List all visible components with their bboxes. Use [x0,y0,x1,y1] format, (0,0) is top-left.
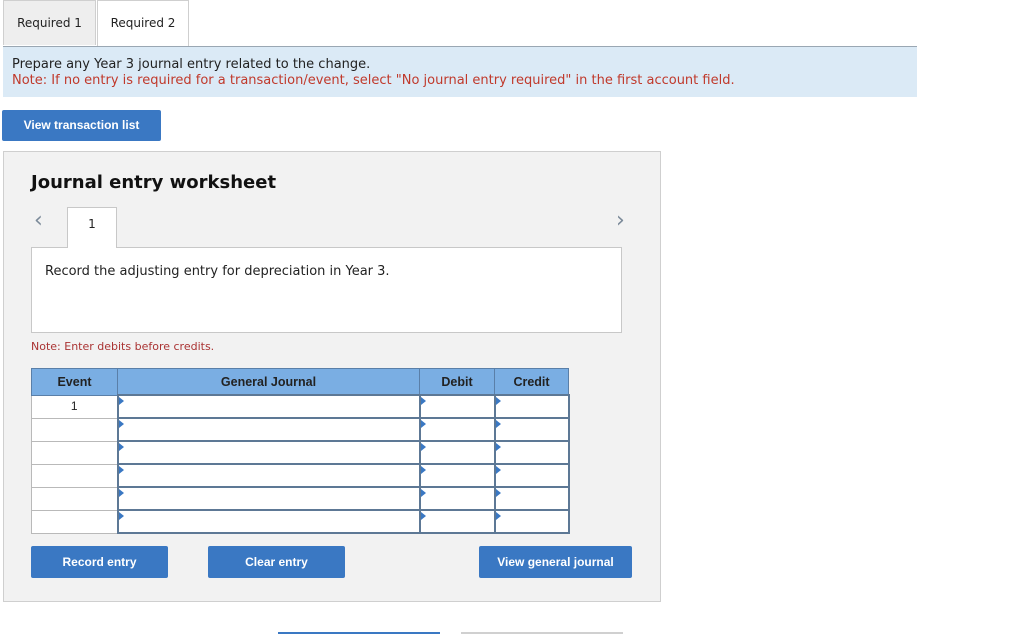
tab-required-1[interactable]: Required 1 [3,0,96,45]
journal-table: Event General Journal Debit Credit 1 [31,368,570,534]
dropdown-marker-icon [495,466,501,474]
journal-entry-worksheet-panel: Journal entry worksheet ‹ 1 › Record the… [3,151,661,602]
tab-required-2[interactable]: Required 2 [97,0,189,46]
debit-field[interactable] [418,463,496,488]
dropdown-marker-icon [118,466,124,474]
dropdown-marker-icon [118,489,124,497]
clear-entry-button[interactable]: Clear entry [208,546,345,578]
worksheet-title: Journal entry worksheet [31,172,277,193]
instructions-note: Note: If no entry is required for a tran… [12,73,735,88]
dropdown-marker-icon [420,489,426,497]
dropdown-marker-icon [495,512,501,520]
dropdown-marker-icon [420,397,426,405]
debit-field[interactable] [418,486,496,511]
table-row [31,463,570,488]
credit-field[interactable] [493,486,570,511]
credit-field[interactable] [493,463,570,488]
event-cell [31,509,118,534]
table-row [31,486,570,511]
header-debit: Debit [419,368,495,396]
record-entry-button[interactable]: Record entry [31,546,168,578]
dropdown-marker-icon [118,512,124,520]
journal-table-header: Event General Journal Debit Credit [31,368,569,396]
event-cell: 1 [31,394,118,419]
entry-description: Record the adjusting entry for depreciat… [31,247,622,333]
dropdown-marker-icon [495,420,501,428]
account-field[interactable] [116,440,421,465]
credit-field[interactable] [493,440,570,465]
credit-field[interactable] [493,394,570,419]
table-row [31,509,570,534]
debit-field[interactable] [418,509,496,534]
chevron-right-icon[interactable]: › [616,210,625,232]
dropdown-marker-icon [118,420,124,428]
table-row: 1 [31,394,570,419]
dropdown-marker-icon [420,420,426,428]
dropdown-marker-icon [118,443,124,451]
event-cell [31,486,118,511]
event-cell [31,463,118,488]
dropdown-marker-icon [495,489,501,497]
dropdown-marker-icon [495,397,501,405]
debit-field[interactable] [418,417,496,442]
chevron-left-icon[interactable]: ‹ [34,210,43,232]
worksheet-page-tab-1[interactable]: 1 [67,207,117,248]
header-general-journal: General Journal [117,368,420,396]
account-field[interactable] [116,463,421,488]
credit-field[interactable] [493,417,570,442]
header-event: Event [31,368,118,396]
debit-field[interactable] [418,394,496,419]
view-general-journal-button[interactable]: View general journal [479,546,632,578]
event-cell [31,440,118,465]
table-row [31,417,570,442]
credit-field[interactable] [493,509,570,534]
dropdown-marker-icon [420,466,426,474]
dropdown-marker-icon [495,443,501,451]
debit-field[interactable] [418,440,496,465]
table-row [31,440,570,465]
debits-note: Note: Enter debits before credits. [31,340,215,353]
account-field[interactable] [116,417,421,442]
dropdown-marker-icon [118,397,124,405]
header-credit: Credit [494,368,569,396]
view-transaction-list-button[interactable]: View transaction list [2,110,161,141]
account-field[interactable] [116,394,421,419]
account-field[interactable] [116,509,421,534]
instructions-banner: Prepare any Year 3 journal entry related… [3,47,917,97]
account-field[interactable] [116,486,421,511]
dropdown-marker-icon [420,512,426,520]
dropdown-marker-icon [420,443,426,451]
event-cell [31,417,118,442]
instructions-text: Prepare any Year 3 journal entry related… [12,57,371,72]
